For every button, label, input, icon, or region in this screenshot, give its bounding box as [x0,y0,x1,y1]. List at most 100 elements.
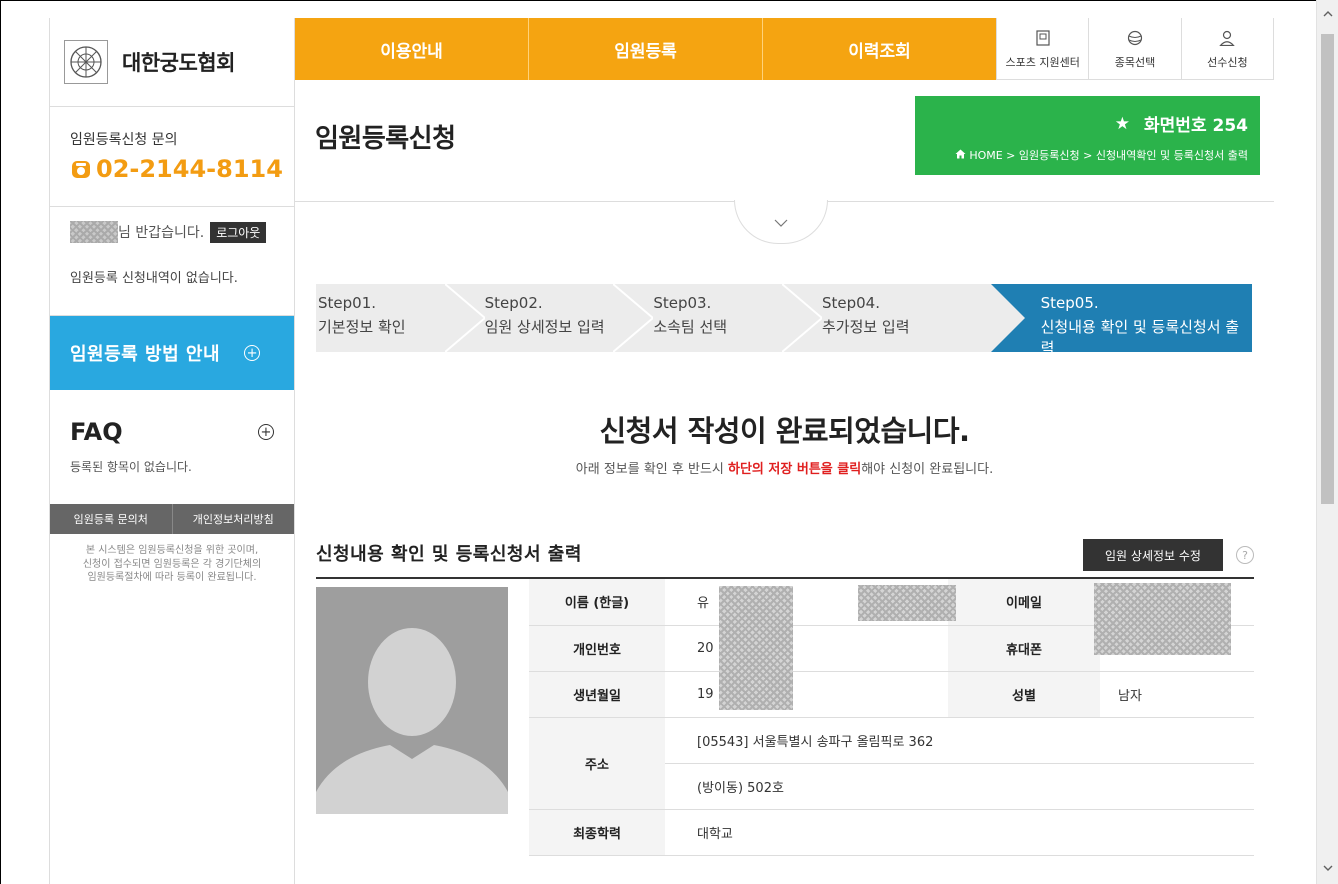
main-nav: 이용안내 임원등록 이력조회 [295,18,996,80]
user-icon [1219,28,1236,48]
address-line1: [05543] 서울특별시 송파구 올림픽로 362 [665,717,1254,764]
faq-plus-icon[interactable]: + [258,424,274,440]
sidebar-links: 임원등록 문의처 개인정보처리방침 [50,504,294,534]
notice-line: 본 시스템은 임원등록신청을 위한 곳이며, [85,545,259,556]
scroll-down-icon[interactable] [1317,858,1338,878]
contact-label: 임원등록신청 문의 [70,132,178,148]
link-privacy[interactable]: 개인정보처리방침 [173,504,295,534]
birth-label: 생년월일 [529,671,665,718]
phone-icon [70,158,92,180]
plus-circle-icon: + [244,345,261,361]
name-cell: 유 [665,579,956,626]
completion-title: 신청서 작성이 완료되었습니다. [599,414,970,448]
name-label: 이름 (한글) [529,579,665,626]
avatar-silhouette-icon [316,587,508,814]
id-value: 20 [697,640,714,656]
nav-item-register[interactable]: 임원등록 [528,18,762,80]
faq-box: FAQ + 등록된 항목이 없습니다. [50,390,294,504]
util-label: 종목선택 [1114,55,1156,69]
edit-details-button[interactable]: 임원 상세정보 수정 [1083,539,1223,571]
contact-phone-number: 02-2144-8114 [96,155,283,183]
sidebar-notice: 본 시스템은 임원등록신청을 위한 곳이며, 신청이 접수되면 임원등록은 각 … [50,534,294,585]
step-3: Step03. 소속팀 선택 [653,284,822,352]
step-label: 추가정보 입력 [821,318,910,336]
collapse-toggle[interactable] [734,200,828,244]
breadcrumb: HOME > 임원등록신청 > 신청내역확인 및 등록신청서 출력 [955,147,1248,163]
nav-item-history[interactable]: 이력조회 [762,18,996,80]
step-arrow [781,284,822,352]
completion-highlight: 하단의 저장 버튼을 클릭 [728,462,862,477]
address-line2: (방이동) 502호 [665,763,1254,810]
ball-icon [1127,28,1143,48]
address-label: 주소 [529,717,665,810]
scrollbar[interactable] [1316,0,1338,884]
scroll-thumb[interactable] [1321,34,1334,504]
page-header: 임원등록신청 ★ 화면번호 254 HOME > 임원등록신청 > 신청내역확인… [295,80,1274,202]
step-arrow [613,284,654,352]
table-row: 최종학력 대학교 [529,809,1254,856]
step-arrow [990,284,1025,352]
screen-number-text: 화면번호 254 [1144,116,1248,136]
id-cell: 20 [665,625,948,672]
step-number: Step05. [1040,294,1099,312]
completion-sub-text: 해야 신청이 완료됩니다. [861,462,994,477]
step-label: 신청내용 확인 및 등록신청서 출력 [1040,318,1240,357]
completion-subtitle: 아래 정보를 확인 후 반드시 하단의 저장 버튼을 클릭해야 신청이 완료됩니… [295,458,1274,477]
screen-info-box: ★ 화면번호 254 HOME > 임원등록신청 > 신청내역확인 및 등록신청… [915,96,1260,175]
step-5-active: Step05. 신청내용 확인 및 등록신청서 출력 [990,284,1253,357]
edu-value: 대학교 [665,809,1254,856]
edu-label: 최종학력 [529,809,665,856]
section-title: 신청내용 확인 및 등록신청서 출력 [316,544,582,565]
masked-user-name [70,221,118,243]
notice-line: 임원등록절차에 따라 등록이 완료됩니다. [87,572,257,583]
emblem-icon [64,40,108,84]
step-1: Step01. 기본정보 확인 [316,284,485,352]
name-value: 유 [697,596,709,612]
masked-personal-info [719,586,793,710]
step-4: Step04. 추가정보 입력 [822,284,991,352]
contact-box: 임원등록신청 문의 02-2144-8114 [50,107,294,207]
email-label: 이메일 [948,579,1100,626]
gender-label: 성별 [948,671,1100,718]
guide-menu[interactable]: 임원등록 방법 안내 + [50,316,294,390]
table-row: 주소 [05543] 서울특별시 송파구 올림픽로 362 [529,717,1254,810]
user-box: 님 반갑습니다. 로그아웃 임원등록 신청내역이 없습니다. [50,207,294,316]
step-progress: Step01. 기본정보 확인 Step02. 임원 상세정보 입력 Step0… [316,284,1253,357]
masked-value [858,585,956,621]
link-inquiry[interactable]: 임원등록 문의처 [50,504,173,534]
monitor-icon [1036,28,1050,48]
star-icon: ★ [1114,113,1131,134]
step-number: Step04. [821,294,880,312]
home-icon [955,149,966,162]
util-item-support[interactable]: 스포츠 지원센터 [996,18,1088,79]
nav-item-guide[interactable]: 이용안내 [295,18,528,80]
birth-cell: 19 [665,671,948,718]
org-name: 대한궁도협회 [122,51,235,75]
user-greeting: 님 반갑습니다. [118,225,205,241]
chevron-down-icon [774,212,788,231]
scroll-up-icon[interactable] [1317,4,1338,24]
util-label: 스포츠 지원센터 [1005,55,1080,69]
birth-value: 19 [697,686,714,702]
gender-cell: 남자 [1100,671,1254,718]
contact-phone: 02-2144-8114 [70,155,294,183]
notice-line: 신청이 접수되면 임원등록은 각 경기단체의 [82,558,262,570]
user-status: 임원등록 신청내역이 없습니다. [70,271,238,286]
step-arrow [444,284,485,352]
step-2: Step02. 임원 상세정보 입력 [485,284,654,352]
util-item-player[interactable]: 선수신청 [1180,18,1273,79]
id-label: 개인번호 [529,625,665,672]
breadcrumb-text[interactable]: HOME > 임원등록신청 > 신청내역확인 및 등록신청서 출력 [969,147,1248,163]
logo[interactable]: 대한궁도협회 [50,18,294,107]
completion-sub-text: 아래 정보를 확인 후 반드시 [575,462,729,477]
utility-nav: 스포츠 지원센터 종목선택 선수신청 [996,18,1274,80]
help-icon[interactable]: ? [1236,546,1254,564]
screen-number: ★ 화면번호 254 [1114,111,1248,137]
page-title: 임원등록신청 [315,124,456,154]
window-frame-left [0,0,1,884]
faq-empty: 등록된 항목이 없습니다. [70,460,192,474]
phone-label: 휴대폰 [948,625,1100,672]
logout-button[interactable]: 로그아웃 [210,221,267,243]
util-item-sport[interactable]: 종목선택 [1088,18,1180,79]
masked-contact-info [1094,583,1231,655]
